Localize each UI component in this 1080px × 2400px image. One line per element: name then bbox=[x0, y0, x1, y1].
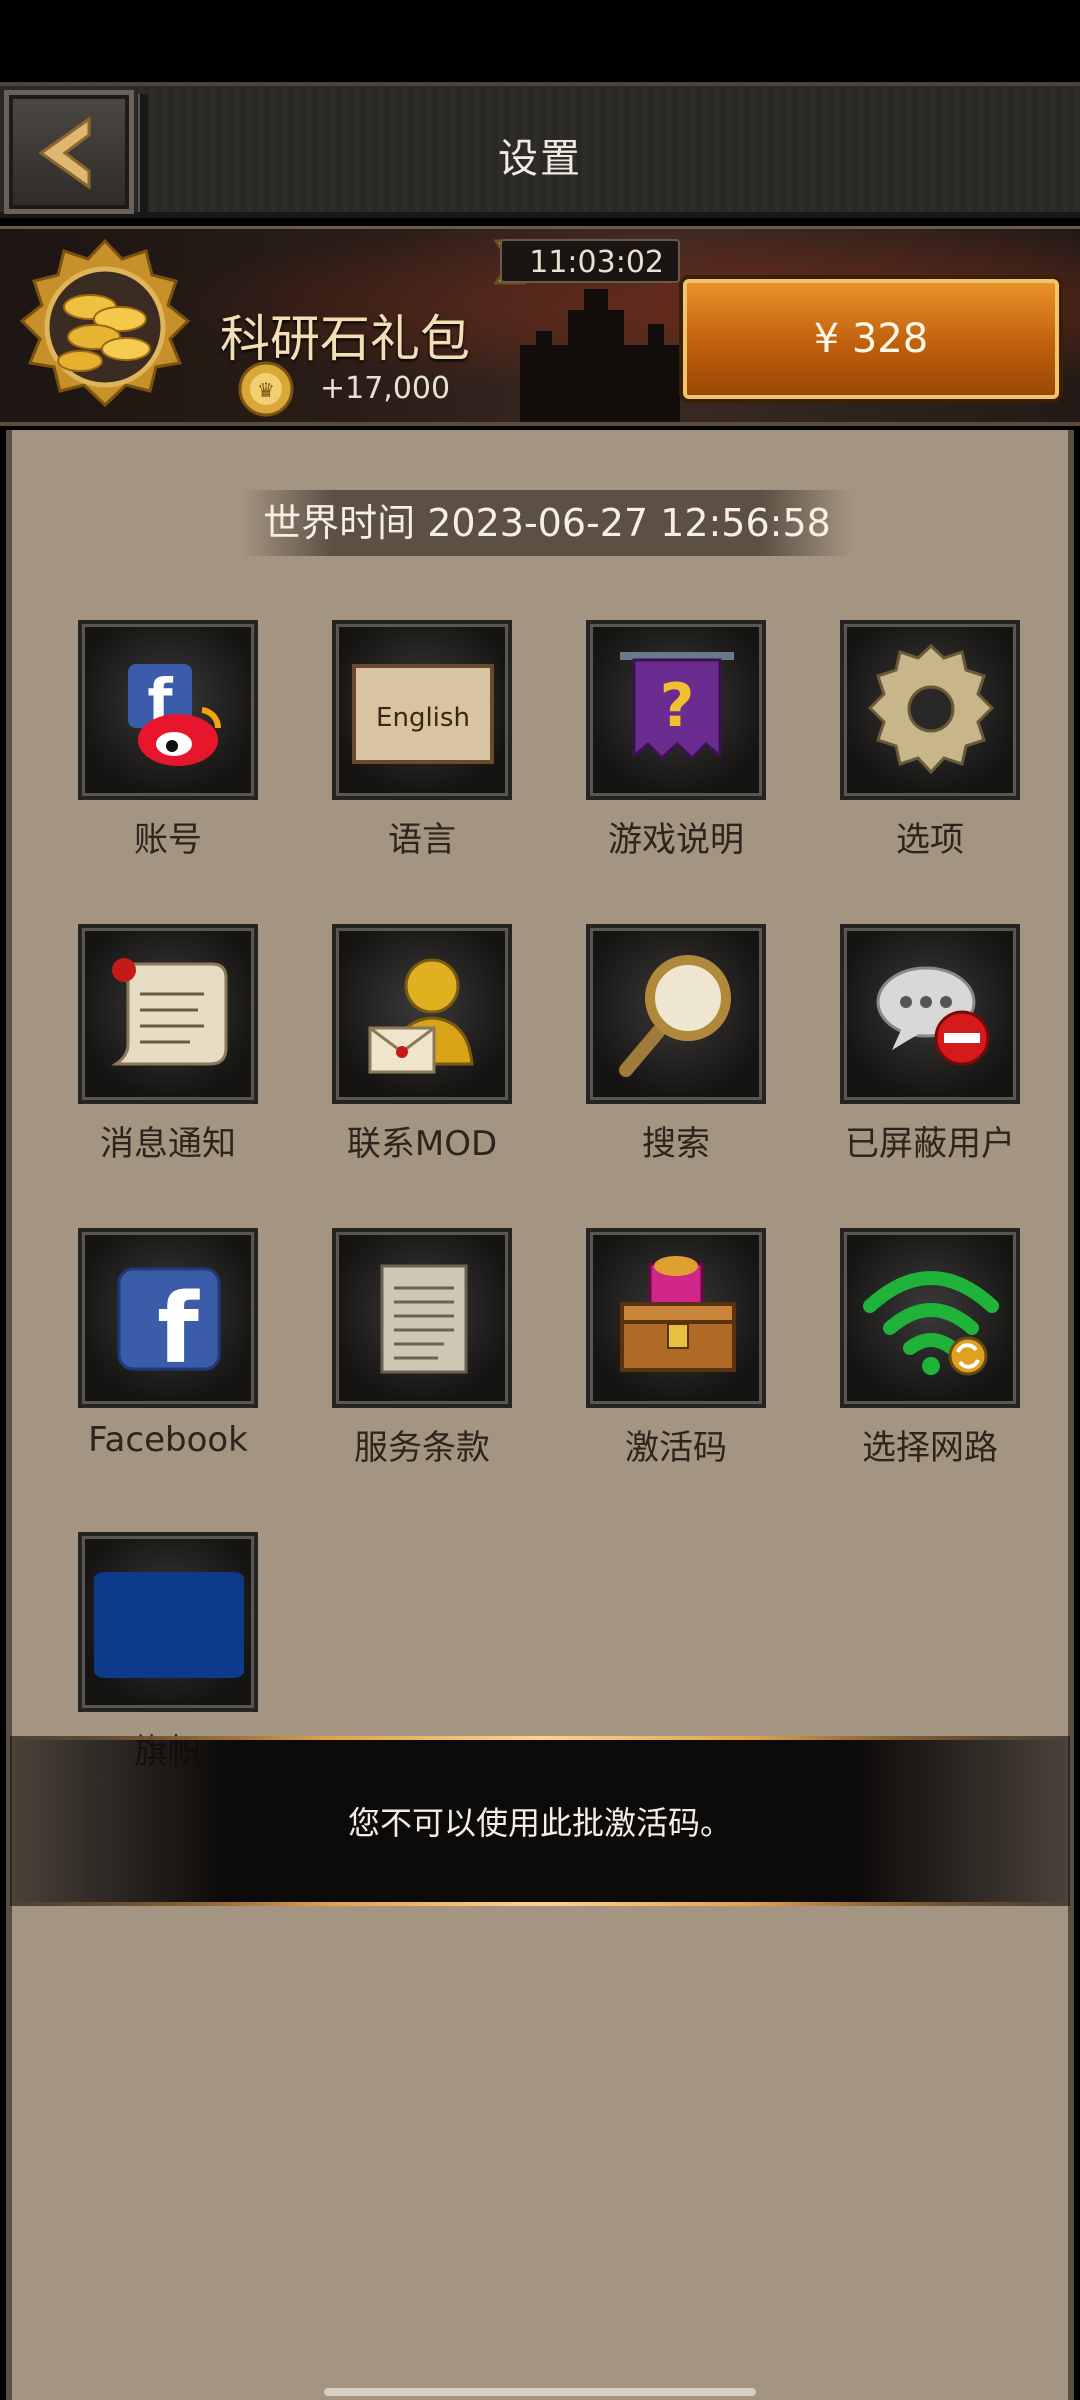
settings-language[interactable]: English 语言 bbox=[332, 620, 512, 860]
tile-frame: f bbox=[78, 620, 258, 800]
facebook-weibo-icon: f bbox=[128, 664, 222, 766]
help-banner-icon: ? bbox=[620, 652, 734, 761]
tile-frame: ? bbox=[586, 620, 766, 800]
promo-banner[interactable]: 11:03:02 科研石礼包 ♛ +17,000 ¥ 328 bbox=[0, 226, 1080, 426]
toast-text: 您不可以使用此批激活码。 bbox=[347, 1804, 732, 1842]
settings-network[interactable]: 选择网路 bbox=[840, 1228, 1020, 1468]
settings-facebook[interactable]: f Facebook bbox=[78, 1228, 258, 1460]
tile-label: 已屏蔽用户 bbox=[845, 1124, 1015, 1164]
world-time: 世界时间 2023-06-27 12:56:58 bbox=[242, 490, 852, 556]
toast-bottom-border bbox=[10, 1902, 1070, 1906]
tile-label: 搜索 bbox=[642, 1124, 710, 1164]
settings-activation-code[interactable]: 激活码 bbox=[586, 1228, 766, 1468]
tile-frame bbox=[78, 924, 258, 1104]
svg-text:?: ? bbox=[660, 671, 695, 741]
castle-silhouette bbox=[520, 289, 680, 422]
document-icon bbox=[380, 1264, 468, 1374]
settings-terms[interactable]: 服务条款 bbox=[332, 1228, 512, 1468]
treasure-chest-icon bbox=[620, 1256, 736, 1372]
tile-frame bbox=[586, 924, 766, 1104]
tile-frame bbox=[840, 924, 1020, 1104]
tile-label: 激活码 bbox=[625, 1428, 727, 1468]
gear-icon bbox=[867, 643, 995, 775]
facebook-icon: f bbox=[117, 1267, 221, 1385]
tile-frame bbox=[332, 924, 512, 1104]
header-bar: 设置 bbox=[0, 82, 1080, 218]
svg-text:♛: ♛ bbox=[257, 378, 275, 402]
flag-icon bbox=[94, 1572, 244, 1678]
offer-amount: +17,000 bbox=[320, 371, 451, 406]
tile-label: 游戏说明 bbox=[608, 820, 744, 860]
tile-label: 选择网路 bbox=[862, 1428, 998, 1468]
settings-options[interactable]: 选项 bbox=[840, 620, 1020, 860]
tile-label: Facebook bbox=[88, 1420, 248, 1460]
tile-label: 账号 bbox=[134, 820, 202, 860]
settings-search[interactable]: 搜索 bbox=[586, 924, 766, 1164]
offer-timer: 11:03:02 bbox=[500, 239, 680, 283]
settings-panel: 世界时间 2023-06-27 12:56:58 f 账号 English 语言 bbox=[6, 430, 1074, 2400]
status-bar bbox=[0, 0, 1080, 82]
settings-blocked-users[interactable]: 已屏蔽用户 bbox=[840, 924, 1020, 1164]
magnifier-icon bbox=[619, 955, 731, 1077]
svg-text:f: f bbox=[157, 1273, 200, 1385]
tile-label: 联系MOD bbox=[346, 1124, 498, 1164]
tile-label: 选项 bbox=[896, 820, 964, 860]
settings-game-guide[interactable]: ? 游戏说明 bbox=[586, 620, 766, 860]
moderator-mail-icon bbox=[368, 958, 474, 1074]
settings-contact-mod[interactable]: 联系MOD bbox=[332, 924, 512, 1164]
language-scroll-icon: English bbox=[352, 664, 494, 764]
tile-frame: f bbox=[78, 1228, 258, 1408]
toast-top-border bbox=[10, 1736, 1070, 1740]
tile-frame bbox=[840, 1228, 1020, 1408]
page-title: 设置 bbox=[498, 136, 582, 182]
tile-frame bbox=[332, 1228, 512, 1408]
tile-frame bbox=[586, 1228, 766, 1408]
tile-frame bbox=[78, 1532, 258, 1712]
language-icon-text: English bbox=[376, 703, 470, 733]
buy-price-button[interactable]: ¥ 328 bbox=[683, 279, 1059, 399]
tile-label: 消息通知 bbox=[100, 1124, 236, 1164]
scroll-icon bbox=[111, 958, 228, 1066]
settings-notifications[interactable]: 消息通知 bbox=[78, 924, 258, 1164]
settings-flag[interactable]: 旗帜 bbox=[78, 1532, 258, 1772]
research-stone-coin-icon: ♛ bbox=[238, 361, 294, 417]
tile-label: 服务条款 bbox=[354, 1428, 490, 1468]
tile-label: 语言 bbox=[388, 820, 456, 860]
toast-message: 您不可以使用此批激活码。 bbox=[10, 1736, 1070, 1906]
gold-coins-emblem-icon bbox=[19, 238, 191, 408]
tile-frame bbox=[840, 620, 1020, 800]
wifi-icon bbox=[863, 1271, 999, 1376]
tile-frame: English bbox=[332, 620, 512, 800]
settings-account[interactable]: f 账号 bbox=[78, 620, 258, 860]
home-indicator[interactable] bbox=[324, 2388, 756, 2396]
blocked-chat-icon bbox=[876, 966, 990, 1066]
